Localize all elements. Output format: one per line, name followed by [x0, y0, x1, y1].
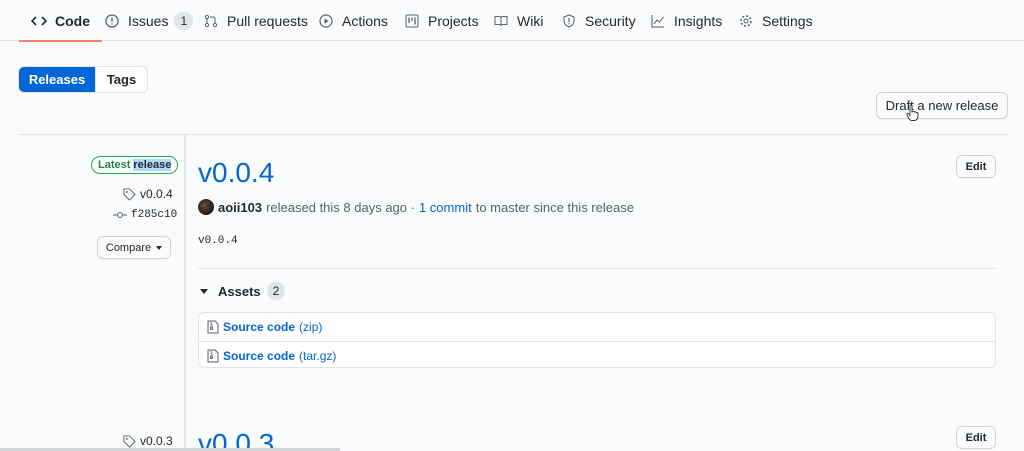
- tab-label: Issues: [128, 12, 169, 29]
- timeline-line: [184, 135, 186, 451]
- tag-icon: [122, 434, 136, 448]
- file-zip-icon: [207, 349, 219, 363]
- tab-label: Actions: [342, 12, 388, 29]
- tab-label: Insights: [674, 12, 723, 29]
- code-icon: [31, 13, 47, 29]
- git-pull-request-icon: [203, 13, 219, 29]
- tab-label: Pull requests: [227, 12, 308, 29]
- tab-label: Code: [55, 12, 90, 29]
- commits-link[interactable]: 1 commit: [419, 200, 472, 215]
- badge-highlight: release: [133, 159, 172, 171]
- author-link[interactable]: aoii103: [218, 200, 262, 215]
- commit-sha: f285c10: [131, 209, 178, 221]
- asset-name: Source code: [223, 348, 296, 363]
- triangle-down-icon: [200, 288, 208, 294]
- byline-text: released this 8 days ago ·: [266, 199, 415, 215]
- release-notes: v0.0.4: [198, 235, 238, 247]
- tab-label: Security: [585, 12, 636, 29]
- release-commit[interactable]: f285c10: [113, 208, 177, 222]
- latest-release-badge: Latest release: [91, 156, 179, 174]
- divider: [198, 268, 996, 269]
- tag-label: v0.0.3: [140, 434, 173, 448]
- tab-label: Wiki: [517, 12, 544, 29]
- release-title[interactable]: v0.0.4: [198, 157, 274, 189]
- tab-label: Settings: [762, 12, 813, 29]
- file-zip-icon: [207, 320, 219, 334]
- repo-nav: Code Issues 1 Pull requests Actions Proj…: [0, 0, 1024, 42]
- assets-label: Assets: [218, 283, 261, 299]
- graph-icon: [650, 13, 666, 29]
- asset-item-targz[interactable]: Source code (tar.gz): [199, 341, 995, 369]
- draft-new-release-button[interactable]: Draft a new release: [876, 92, 1008, 119]
- asset-ext: (zip): [299, 320, 323, 334]
- release-byline: aoii103 released this 8 days ago · 1 com…: [198, 198, 634, 216]
- play-icon: [318, 13, 334, 29]
- asset-ext: (tar.gz): [299, 348, 337, 363]
- tab-projects[interactable]: Projects: [404, 0, 479, 41]
- releases-tags-subnav: Releases Tags: [18, 66, 148, 93]
- book-icon: [493, 13, 509, 29]
- issues-count-badge: 1: [174, 11, 194, 30]
- tab-wiki[interactable]: Wiki: [493, 0, 543, 41]
- gear-icon: [738, 13, 754, 29]
- release-tag[interactable]: v0.0.4: [122, 187, 173, 201]
- issue-opened-icon: [104, 13, 120, 29]
- edit-release-button[interactable]: Edit: [956, 155, 996, 178]
- asset-item-zip[interactable]: Source code (zip): [199, 313, 995, 341]
- releases-tab[interactable]: Releases: [19, 67, 95, 92]
- edit-release-button[interactable]: Edit: [956, 426, 996, 449]
- caret-down-icon: [156, 245, 163, 250]
- assets-count-badge: 2: [266, 282, 286, 300]
- shield-icon: [561, 13, 577, 29]
- tag-label: v0.0.4: [140, 187, 173, 201]
- release-tag[interactable]: v0.0.3: [122, 434, 173, 448]
- tab-code[interactable]: Code: [19, 0, 102, 42]
- project-icon: [404, 13, 420, 29]
- divider: [18, 134, 1008, 135]
- assets-list: Source code (zip) Source code (tar.gz): [198, 312, 996, 368]
- compare-label: Compare: [105, 241, 152, 254]
- tag-icon: [122, 187, 136, 201]
- asset-name: Source code: [223, 320, 296, 334]
- byline-suffix: to master since this release: [475, 199, 634, 215]
- tab-actions[interactable]: Actions: [318, 0, 388, 41]
- tab-pull-requests[interactable]: Pull requests: [203, 0, 308, 41]
- badge-prefix: Latest: [98, 159, 131, 171]
- tab-label: Projects: [428, 12, 479, 29]
- tags-tab[interactable]: Tags: [95, 67, 147, 92]
- tab-insights[interactable]: Insights: [650, 0, 722, 41]
- hand-pointer-cursor-icon: [906, 104, 919, 121]
- compare-dropdown[interactable]: Compare: [97, 236, 171, 259]
- tab-settings[interactable]: Settings: [738, 0, 813, 41]
- git-commit-icon: [113, 208, 127, 222]
- tab-security[interactable]: Security: [561, 0, 636, 41]
- avatar[interactable]: [198, 199, 214, 215]
- assets-toggle[interactable]: Assets 2: [200, 282, 286, 300]
- tab-issues[interactable]: Issues 1: [104, 0, 194, 41]
